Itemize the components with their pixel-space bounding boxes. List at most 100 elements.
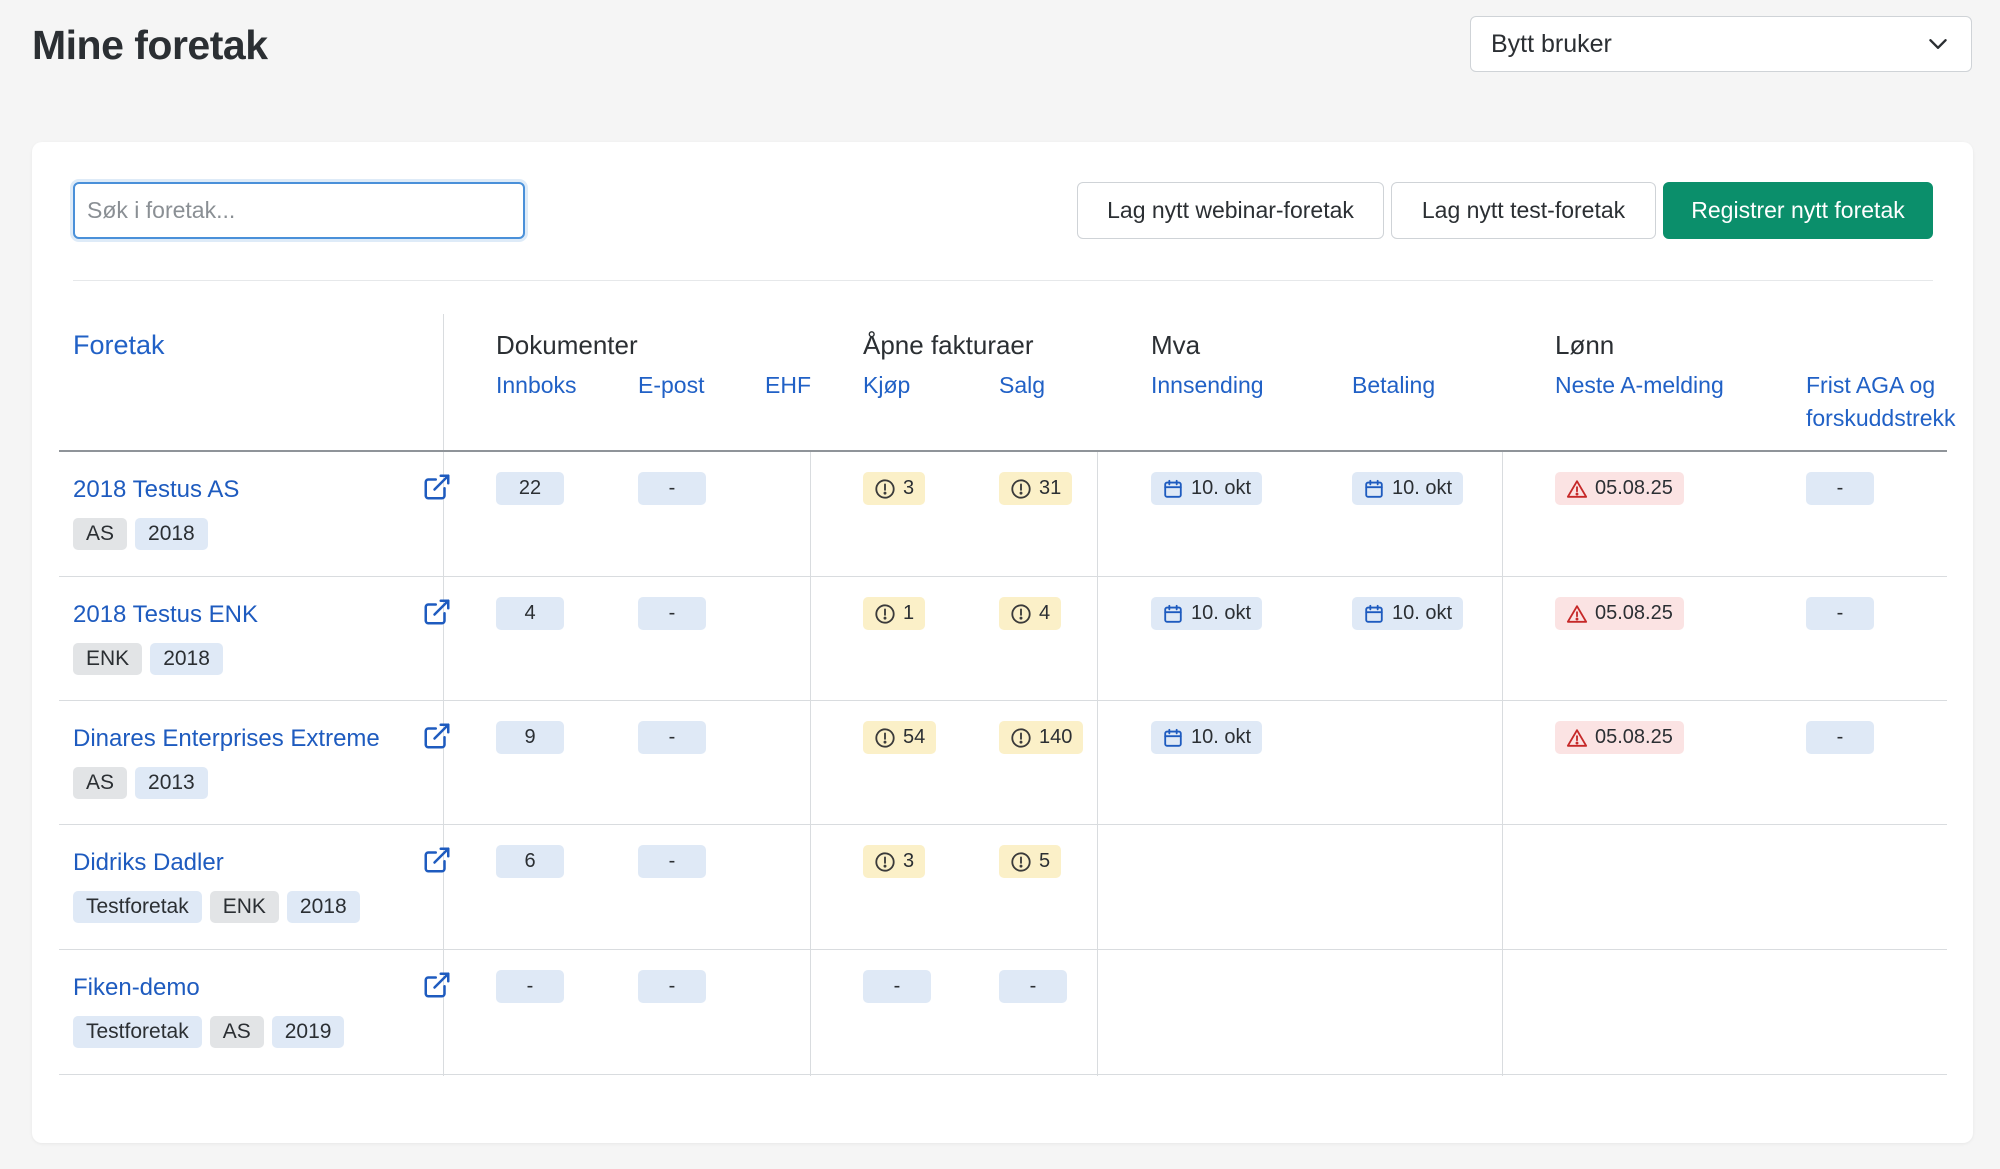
external-link-icon[interactable]	[422, 597, 452, 627]
table-row: 2018 Testus AS AS 2018 22 - 3 31 10. okt	[59, 452, 1947, 576]
column-header-innsending[interactable]: Innsending	[1151, 369, 1264, 402]
calendar-icon	[1164, 728, 1182, 747]
page-title: Mine foretak	[32, 22, 268, 68]
calendar-icon	[1365, 604, 1383, 623]
innboks-count[interactable]: 9	[496, 721, 564, 754]
salg-value: 5	[1039, 850, 1051, 872]
year-tag: 2018	[150, 643, 223, 675]
company-name-link[interactable]: Dinares Enterprises Extreme	[73, 725, 380, 753]
a-melding-badge[interactable]: 05.08.25	[1555, 472, 1684, 505]
mva-betaling-badge[interactable]: 10. okt	[1352, 472, 1464, 505]
column-header-kjop[interactable]: Kjøp	[863, 369, 910, 402]
column-header-epost[interactable]: E-post	[638, 369, 704, 402]
testforetak-tag: Testforetak	[73, 1016, 202, 1048]
create-webinar-company-button[interactable]: Lag nytt webinar-foretak	[1077, 182, 1384, 239]
companies-table: Foretak Dokumenter Innboks E-post EHF Åp…	[59, 314, 1956, 1076]
innboks-value: 4	[524, 602, 536, 624]
frist-line2: forskuddstrekk	[1806, 405, 1956, 431]
epost-count[interactable]: -	[638, 721, 706, 754]
warning-triangle-icon	[1566, 479, 1588, 498]
warning-circle-icon	[1011, 727, 1031, 748]
switch-user-select[interactable]: Bytt bruker	[1470, 16, 1972, 72]
epost-value: -	[668, 477, 676, 499]
row-divider	[59, 1074, 1947, 1075]
column-group-fakturaer: Åpne fakturaer	[863, 330, 1034, 360]
warning-circle-icon	[1011, 603, 1031, 624]
column-group-mva: Mva	[1151, 330, 1201, 360]
innboks-count[interactable]: 22	[496, 472, 564, 505]
epost-count[interactable]: -	[638, 845, 706, 878]
frist-badge[interactable]: -	[1806, 721, 1874, 754]
mva-innsending-badge[interactable]: 10. okt	[1151, 597, 1263, 630]
column-header-a-melding[interactable]: Neste A-melding	[1555, 369, 1724, 402]
year-tag: 2018	[286, 891, 360, 923]
salg-value: 4	[1039, 602, 1051, 624]
company-name-link[interactable]: 2018 Testus AS	[73, 476, 239, 504]
column-header-salg[interactable]: Salg	[999, 369, 1045, 402]
salg-value: 31	[1039, 477, 1062, 499]
company-name-link[interactable]: 2018 Testus ENK	[73, 601, 258, 629]
innboks-value: 22	[518, 477, 542, 499]
mva-innsending-badge[interactable]: 10. okt	[1151, 472, 1263, 505]
mva-betaling-value: 10. okt	[1392, 477, 1453, 499]
register-company-button[interactable]: Registrer nytt foretak	[1663, 182, 1933, 239]
frist-badge[interactable]: -	[1806, 472, 1874, 505]
epost-value: -	[668, 602, 676, 624]
kjop-badge[interactable]: -	[863, 970, 931, 1003]
year-tag: 2019	[271, 1016, 345, 1048]
kjop-badge[interactable]: 3	[863, 472, 926, 505]
salg-badge[interactable]: -	[999, 970, 1067, 1003]
column-header-innboks[interactable]: Innboks	[496, 369, 577, 402]
frist-line1: Frist AGA og	[1806, 372, 1936, 398]
switch-user-label: Bytt bruker	[1491, 29, 1612, 58]
kjop-badge[interactable]: 3	[863, 845, 926, 878]
mva-innsending-value: 10. okt	[1191, 602, 1252, 624]
column-header-foretak[interactable]: Foretak	[73, 330, 165, 361]
epost-value: -	[668, 726, 676, 748]
kjop-value: 54	[903, 726, 926, 748]
calendar-icon	[1164, 479, 1182, 498]
innboks-count[interactable]: 4	[496, 597, 564, 630]
column-header-betaling[interactable]: Betaling	[1352, 369, 1435, 402]
column-header-ehf[interactable]: EHF	[765, 369, 811, 402]
frist-value: -	[1836, 602, 1844, 624]
epost-count[interactable]: -	[638, 472, 706, 505]
frist-badge[interactable]: -	[1806, 597, 1874, 630]
a-melding-badge[interactable]: 05.08.25	[1555, 597, 1684, 630]
create-test-company-button[interactable]: Lag nytt test-foretak	[1391, 182, 1656, 239]
kjop-value: 1	[903, 602, 915, 624]
company-name-link[interactable]: Didriks Dadler	[73, 849, 224, 877]
innboks-value: 9	[524, 726, 536, 748]
warning-circle-icon	[875, 478, 895, 499]
kjop-value: 3	[903, 850, 915, 872]
external-link-icon[interactable]	[422, 845, 452, 875]
salg-badge[interactable]: 5	[999, 845, 1062, 878]
company-name-link[interactable]: Fiken-demo	[73, 974, 200, 1002]
a-melding-badge[interactable]: 05.08.25	[1555, 721, 1684, 754]
external-link-icon[interactable]	[422, 721, 452, 751]
table-row: 2018 Testus ENK ENK 2018 4 - 1 4 10. okt	[59, 577, 1947, 701]
kjop-badge[interactable]: 54	[863, 721, 937, 754]
mva-innsending-badge[interactable]: 10. okt	[1151, 721, 1263, 754]
innboks-count[interactable]: -	[496, 970, 564, 1003]
company-tags: Testforetak ENK 2018	[73, 891, 360, 923]
table-row: Fiken-demo Testforetak AS 2019 - - - -	[59, 950, 1947, 1074]
kjop-value: 3	[903, 477, 915, 499]
mva-betaling-badge[interactable]: 10. okt	[1352, 597, 1464, 630]
external-link-icon[interactable]	[422, 970, 452, 1000]
external-link-icon[interactable]	[422, 472, 452, 502]
search-input[interactable]	[73, 182, 525, 239]
column-header-frist[interactable]: Frist AGA og forskuddstrekk	[1806, 369, 1956, 435]
salg-badge[interactable]: 140	[999, 721, 1084, 754]
warning-triangle-icon	[1566, 604, 1588, 623]
kjop-badge[interactable]: 1	[863, 597, 926, 630]
chevron-down-icon	[1929, 39, 1947, 49]
salg-badge[interactable]: 4	[999, 597, 1062, 630]
column-group-dokumenter: Dokumenter	[496, 330, 638, 360]
epost-count[interactable]: -	[638, 597, 706, 630]
epost-count[interactable]: -	[638, 970, 706, 1003]
a-melding-value: 05.08.25	[1595, 602, 1673, 624]
innboks-count[interactable]: 6	[496, 845, 564, 878]
salg-badge[interactable]: 31	[999, 472, 1073, 505]
a-melding-value: 05.08.25	[1595, 477, 1673, 499]
